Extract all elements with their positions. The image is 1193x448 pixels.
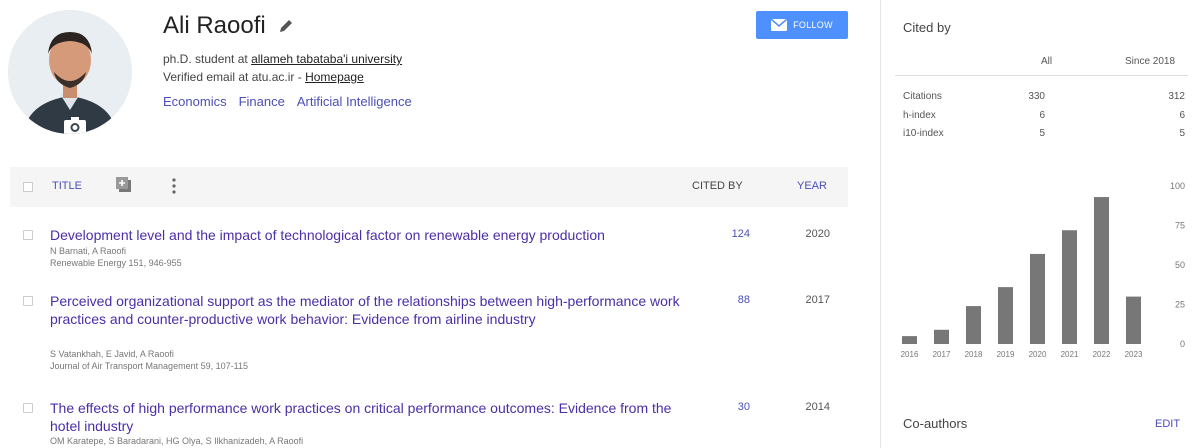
profile-affiliation: ph.D. student at allameh tabataba'i univ… xyxy=(163,52,403,66)
merge-icon[interactable] xyxy=(116,177,132,193)
cited-by-heading: Cited by xyxy=(903,20,951,35)
stat-i10-all: 5 xyxy=(1039,128,1045,139)
more-options-icon[interactable] xyxy=(171,178,177,194)
article-year: 2014 xyxy=(805,401,830,413)
homepage-link[interactable]: Homepage xyxy=(305,70,364,84)
follow-label: FOLLOW xyxy=(793,20,833,30)
mail-icon xyxy=(771,19,788,31)
profile-name: Ali Raoofi xyxy=(163,12,266,39)
x-tick-label: 2017 xyxy=(933,350,951,359)
article-title[interactable]: The effects of high performance work pra… xyxy=(50,399,690,435)
stats-col-since: Since 2018 xyxy=(1125,56,1176,67)
x-tick-label: 2023 xyxy=(1125,350,1143,359)
stat-i10-since: 5 xyxy=(1179,128,1185,139)
profile-name-row: Ali Raoofi xyxy=(163,12,294,40)
y-tick-label: 100 xyxy=(1170,181,1185,191)
stat-citations-all: 330 xyxy=(1028,91,1045,102)
research-interests: Economics Finance Artificial Intelligenc… xyxy=(163,94,412,109)
cited-by-header[interactable]: CITED BY xyxy=(692,180,743,192)
select-all-checkbox[interactable] xyxy=(23,182,33,192)
stat-label-hindex: h-index xyxy=(903,110,936,121)
article-cited-count[interactable]: 30 xyxy=(730,401,750,413)
article-row: Development level and the impact of tech… xyxy=(10,226,848,276)
coauthors-heading: Co-authors xyxy=(903,416,968,431)
article-row: Perceived organizational support as the … xyxy=(10,292,848,382)
y-tick-label: 0 xyxy=(1180,339,1185,349)
article-checkbox[interactable] xyxy=(23,296,33,306)
stat-label-citations: Citations xyxy=(903,91,942,102)
y-tick-label: 25 xyxy=(1175,300,1185,310)
x-tick-label: 2016 xyxy=(901,350,919,359)
article-cited-count[interactable]: 124 xyxy=(730,228,750,240)
citation-bar-2022[interactable] xyxy=(1094,197,1109,344)
follow-button[interactable]: FOLLOW xyxy=(756,11,848,39)
article-cited-count[interactable]: 88 xyxy=(730,294,750,306)
interest-finance[interactable]: Finance xyxy=(239,94,285,109)
stat-citations-since: 312 xyxy=(1168,91,1185,102)
article-authors: OM Karatepe, S Baradarani, HG Olya, S Il… xyxy=(50,436,304,446)
stat-label-i10index: i10-index xyxy=(903,128,944,139)
article-checkbox[interactable] xyxy=(23,403,33,413)
x-tick-label: 2020 xyxy=(1029,350,1047,359)
affiliation-link[interactable]: allameh tabataba'i university xyxy=(251,52,402,66)
article-checkbox[interactable] xyxy=(23,230,33,240)
profile-photo xyxy=(8,10,132,134)
profile-email: Verified email at atu.ac.ir - Homepage xyxy=(163,70,364,84)
interest-ai[interactable]: Artificial Intelligence xyxy=(297,94,412,109)
profile-avatar[interactable] xyxy=(8,10,132,134)
article-year: 2020 xyxy=(805,228,830,240)
article-authors: N Barnati, A Raoofi xyxy=(50,246,127,256)
stat-hindex-all: 6 xyxy=(1039,110,1045,121)
article-title[interactable]: Development level and the impact of tech… xyxy=(50,226,690,244)
citation-bar-2018[interactable] xyxy=(966,306,981,344)
article-title[interactable]: Perceived organizational support as the … xyxy=(50,292,690,328)
y-tick-label: 75 xyxy=(1175,221,1185,231)
x-tick-label: 2018 xyxy=(965,350,983,359)
interest-economics[interactable]: Economics xyxy=(163,94,227,109)
x-tick-label: 2019 xyxy=(997,350,1015,359)
sort-by-title[interactable]: TITLE xyxy=(52,180,82,192)
article-row: The effects of high performance work pra… xyxy=(10,399,848,448)
x-tick-label: 2022 xyxy=(1093,350,1111,359)
article-venue: Journal of Air Transport Management 59, … xyxy=(50,361,248,371)
y-tick-label: 50 xyxy=(1175,260,1185,270)
article-authors: S Vatankhah, E Javid, A Raoofi xyxy=(50,349,174,359)
citation-bar-2017[interactable] xyxy=(934,329,949,344)
citation-bar-2020[interactable] xyxy=(1030,253,1045,344)
citation-bar-2023[interactable] xyxy=(1126,296,1141,344)
citation-bar-2021[interactable] xyxy=(1062,230,1077,344)
camera-icon[interactable] xyxy=(64,117,86,134)
stats-col-all: All xyxy=(1041,56,1053,67)
citation-bar-2019[interactable] xyxy=(998,287,1013,344)
stats-divider xyxy=(895,75,1188,76)
edit-pencil-icon[interactable] xyxy=(278,18,294,34)
citations-bar-chart: 100 75 50 25 0 2016 2017 2018 2019 2020 2021 2022 20… xyxy=(901,181,1185,359)
sort-by-year[interactable]: YEAR xyxy=(797,180,827,192)
citation-bar-2016[interactable] xyxy=(902,336,917,344)
edit-coauthors-button[interactable]: EDIT xyxy=(1155,418,1180,430)
article-year: 2017 xyxy=(805,294,830,306)
x-tick-label: 2021 xyxy=(1061,350,1079,359)
article-venue: Renewable Energy 151, 946-955 xyxy=(50,258,182,268)
stat-hindex-since: 6 xyxy=(1179,110,1185,121)
